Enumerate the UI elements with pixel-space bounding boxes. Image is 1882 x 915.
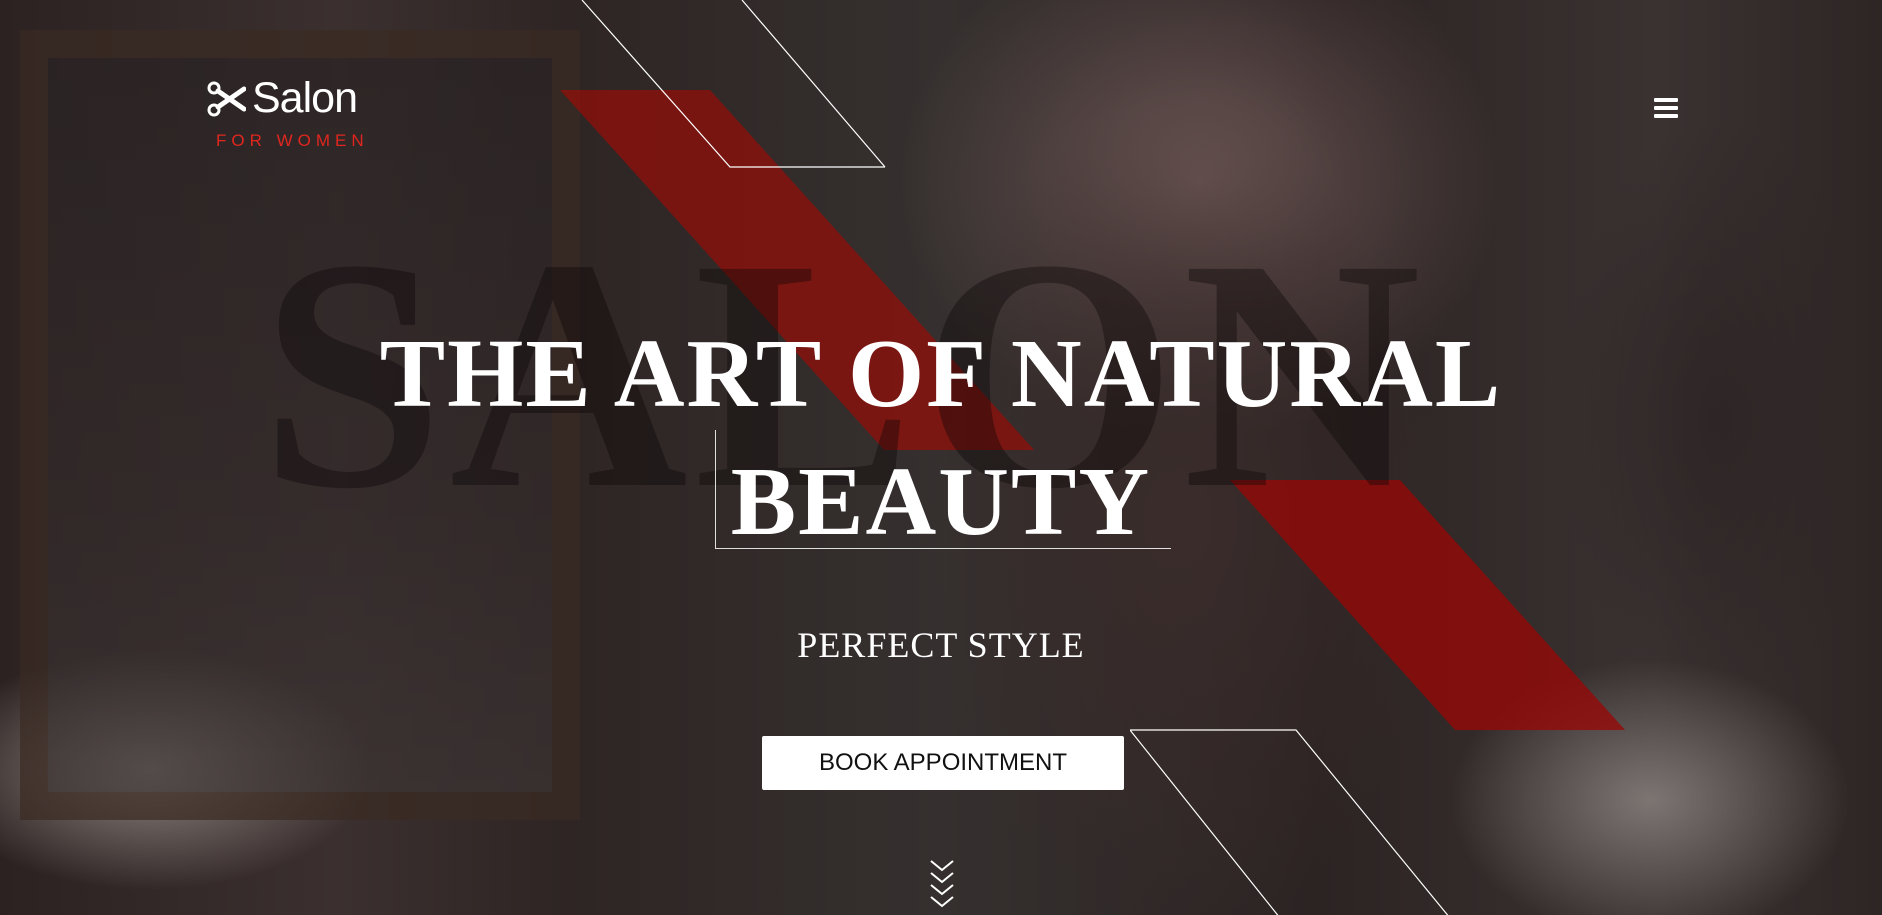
chevrons-down-icon[interactable] xyxy=(928,858,956,915)
hamburger-menu-icon[interactable] xyxy=(1654,98,1678,122)
decorative-line-bottom xyxy=(1130,729,1449,915)
scissors-icon xyxy=(207,81,246,116)
logo-title: Salon xyxy=(252,74,358,122)
hero-subtitle: PERFECT STYLE xyxy=(797,625,1085,665)
headline-frame-line xyxy=(715,430,1171,549)
logo-subtitle: FOR WOMEN xyxy=(216,131,369,150)
headline-line-1: THE ART OF NATURAL xyxy=(379,320,1503,428)
decorative-line-top xyxy=(581,0,886,168)
book-appointment-button[interactable]: BOOK APPOINTMENT xyxy=(762,736,1124,790)
site-logo[interactable]: Salon FOR WOMEN xyxy=(206,74,369,151)
hero-background: SALON Salon FOR WOMEN THE ART OF NATURAL… xyxy=(0,0,1882,915)
